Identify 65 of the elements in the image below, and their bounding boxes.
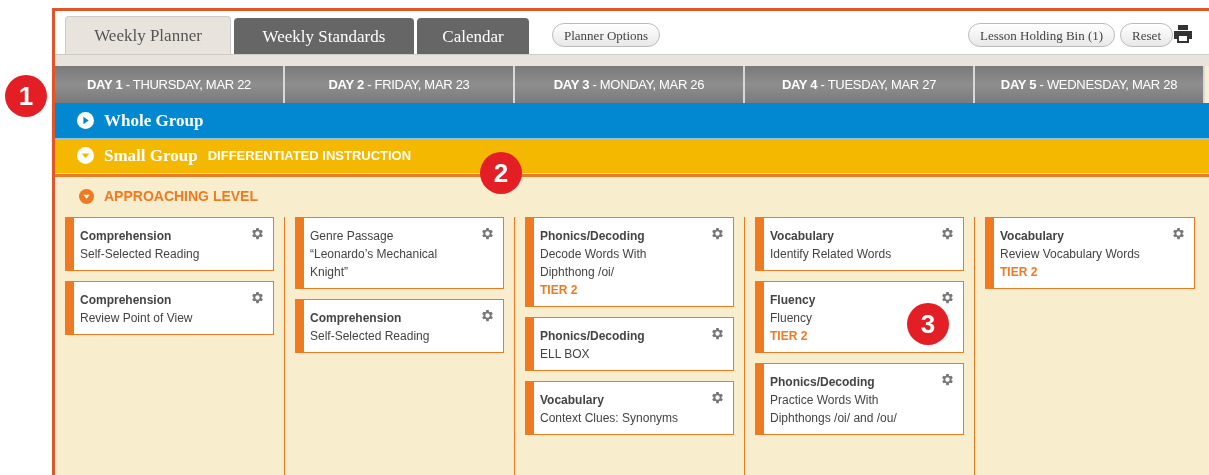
day-header: DAY 5 - WEDNESDAY, MAR 28 (975, 65, 1205, 104)
lesson-title: Decode Words With Diphthong /oi/ (540, 246, 648, 281)
lesson-category: Phonics/Decoding (770, 374, 875, 391)
settings-icon[interactable] (1171, 226, 1186, 241)
tab[interactable]: Calendar (417, 18, 529, 55)
lesson-title: ELL BOX (540, 346, 590, 363)
group-subtitle: DIFFERENTIATED INSTRUCTION (207, 147, 412, 165)
settings-icon[interactable] (250, 290, 265, 305)
expand-down-icon[interactable] (79, 189, 94, 205)
settings-icon[interactable] (250, 226, 265, 241)
settings-icon[interactable] (710, 226, 725, 241)
settings-icon[interactable] (940, 226, 955, 241)
lesson-card[interactable]: Comprehension Self-Selected Reading (65, 217, 274, 271)
day-header: DAY 1 - THURSDAY, MAR 22 (55, 65, 285, 104)
settings-icon[interactable] (940, 290, 955, 305)
group-title: Whole Group (104, 109, 204, 132)
lesson-category: Comprehension (80, 292, 172, 309)
tab[interactable]: Weekly Standards (234, 18, 414, 55)
toolbar-button[interactable]: Reset (1120, 23, 1173, 48)
lesson-card[interactable]: Vocabulary Identify Related Words (755, 217, 964, 271)
planner-options-button[interactable]: Planner Options (552, 23, 661, 48)
lesson-card[interactable]: Phonics/Decoding Practice Words With Diphthongs /oi/ and /ou/ (755, 363, 964, 435)
tab[interactable]: Weekly Planner (65, 16, 231, 55)
lesson-category: Phonics/Decoding (540, 228, 645, 245)
lesson-card[interactable]: Genre Passage “Leonardo’s Mechanical Knight” (295, 217, 504, 289)
level-title: APPROACHING LEVEL (104, 187, 258, 207)
callout-number: 1 (5, 75, 47, 117)
group-bar[interactable]: Whole Group (55, 103, 1209, 139)
lesson-card[interactable]: Phonics/Decoding ELL BOX (525, 317, 734, 371)
lesson-card[interactable]: Comprehension Self-Selected Reading (295, 299, 504, 353)
settings-icon[interactable] (710, 390, 725, 405)
toolbar-button[interactable]: Lesson Holding Bin (1) (967, 23, 1116, 48)
lesson-category: Fluency (770, 292, 816, 309)
lesson-category: Comprehension (80, 228, 172, 245)
settings-icon[interactable] (480, 226, 495, 241)
lesson-title: Practice Words With Diphthongs /oi/ and /ou/ (770, 392, 898, 427)
lesson-title: Review Point of View (80, 310, 193, 327)
tier-label: TIER 2 (1000, 264, 1038, 281)
lesson-category: Genre Passage (310, 228, 394, 245)
lesson-category: Vocabulary (770, 228, 834, 245)
lesson-title: “Leonardo’s Mechanical Knight” (310, 246, 439, 281)
day-header: DAY 2 - FRIDAY, MAR 23 (285, 65, 515, 104)
tier-label: TIER 2 (770, 328, 808, 345)
lesson-title: Fluency (770, 310, 813, 327)
lesson-title: Identify Related Words (770, 246, 892, 263)
settings-icon[interactable] (940, 372, 955, 387)
day-header: DAY 3 - MONDAY, MAR 26 (515, 65, 745, 104)
lesson-category: Vocabulary (1000, 228, 1064, 245)
day-header: DAY 4 - TUESDAY, MAR 27 (745, 65, 975, 104)
lesson-card[interactable]: Vocabulary Context Clues: Synonyms (525, 381, 734, 435)
lesson-title: Self-Selected Reading (80, 246, 200, 263)
lesson-category: Phonics/Decoding (540, 328, 645, 345)
lesson-card[interactable]: Comprehension Review Point of View (65, 281, 274, 335)
lesson-title: Self-Selected Reading (310, 328, 430, 345)
group-title: Small Group (104, 145, 198, 167)
lesson-title: Review Vocabulary Words (1000, 246, 1140, 263)
lesson-category: Vocabulary (540, 392, 604, 409)
printer-icon[interactable] (1173, 25, 1193, 43)
lesson-card[interactable]: Vocabulary Review Vocabulary Words TIER 2 (985, 217, 1195, 289)
tier-label: TIER 2 (540, 282, 578, 299)
lesson-category: Comprehension (310, 310, 402, 327)
settings-icon[interactable] (710, 326, 725, 341)
lesson-title: Context Clues: Synonyms (540, 410, 679, 427)
settings-icon[interactable] (480, 308, 495, 323)
lesson-card[interactable]: Phonics/Decoding Decode Words With Diphthong /oi/ TIER 2 (525, 217, 734, 307)
